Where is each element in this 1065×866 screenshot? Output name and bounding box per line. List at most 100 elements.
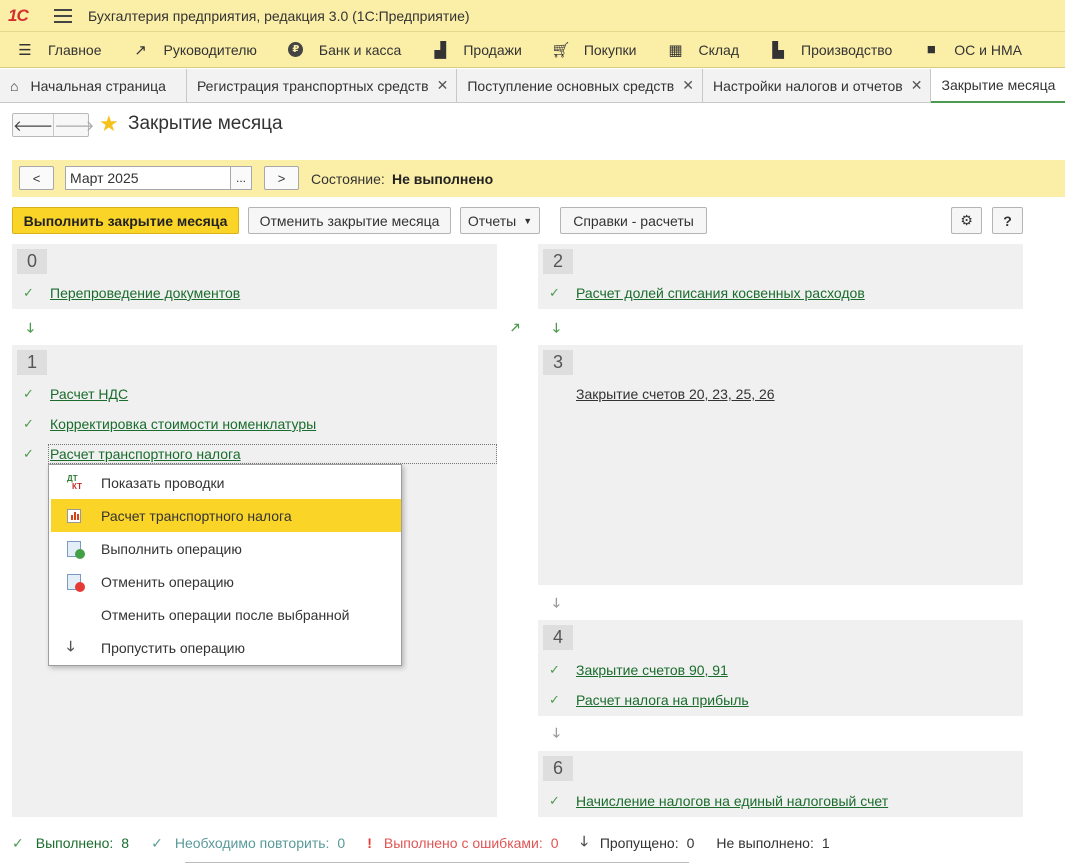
section-production[interactable]: ▙ Производство (753, 32, 906, 68)
stage-number: 2 (543, 249, 573, 274)
prev-period-button[interactable]: < (19, 166, 54, 190)
check-icon: ✓ (549, 662, 560, 677)
menu-item-label: Пропустить операцию (101, 639, 245, 656)
status-skipped: 🡓 Пропущено: 0 (581, 831, 695, 855)
stage-number: 6 (543, 756, 573, 781)
operation-link[interactable]: Закрытие счетов 90, 91 (576, 662, 728, 678)
home-icon: ⌂ (10, 77, 19, 94)
check-icon: ✓ (12, 834, 24, 851)
section-label: Банк и касса (318, 41, 402, 58)
operation-row: ✓ Корректировка стоимости номенклатуры (12, 414, 316, 434)
menu-item-label: Выполнить операцию (101, 540, 242, 557)
tab-tax-settings[interactable]: Настройки налогов и отчетов ✕ (703, 69, 932, 102)
stage-0-panel: 0 ✓ Перепроведение документов (12, 244, 497, 309)
menu-item-show-entries[interactable]: ДТ КТ Показать проводки (51, 466, 401, 499)
stage-3-panel: 3 Закрытие счетов 20, 23, 25, 26 (538, 345, 1023, 585)
section-bank[interactable]: ₽ Банк и касса (271, 32, 415, 68)
truck-icon: ■ (926, 41, 936, 58)
reports-dropdown[interactable]: Отчеты ▼ (460, 207, 540, 234)
caret-down-icon: ▼ (523, 215, 533, 226)
arrow-down-icon: 🡓 (67, 637, 75, 654)
next-period-button[interactable]: > (264, 166, 299, 190)
arrow-left-icon: 🡐 (13, 117, 54, 135)
operation-link[interactable]: Корректировка стоимости номенклатуры (50, 416, 316, 432)
help-button[interactable]: ? (992, 207, 1023, 234)
menu-item-skip-operation[interactable]: 🡓 Пропустить операцию (51, 631, 401, 664)
period-input[interactable]: Март 2025 (65, 166, 231, 190)
back-button[interactable]: 🡐 (13, 114, 53, 136)
check-icon: ✓ (23, 446, 34, 461)
status-not-done: Не выполнено: 1 (716, 835, 829, 851)
arrow-down-icon: 🡓 (553, 725, 560, 740)
tab-month-closing[interactable]: Закрытие месяца ✕ (931, 69, 1065, 103)
run-closing-button[interactable]: Выполнить закрытие месяца (12, 207, 239, 234)
section-label: Главное (48, 41, 102, 58)
stage-number: 1 (17, 350, 47, 375)
main-menu-icon[interactable] (54, 8, 72, 23)
section-label: Производство (801, 41, 893, 58)
section-main[interactable]: ☰ Главное (0, 32, 116, 68)
operation-link[interactable]: Закрытие счетов 20, 23, 25, 26 (576, 386, 775, 402)
operation-link[interactable]: Начисление налогов на единый налоговый с… (576, 793, 888, 809)
operation-link[interactable]: Расчет налога на прибыль (576, 692, 749, 708)
menu-item-transport-tax-report[interactable]: Расчет транспортного налога (51, 499, 401, 532)
menu-item-run-operation[interactable]: Выполнить операцию (51, 532, 401, 565)
section-fixed-assets[interactable]: ■ ОС и НМА (906, 32, 1036, 68)
operation-row: ✓ Начисление налогов на единый налоговый… (538, 791, 888, 811)
status-label: Пропущено: (599, 835, 679, 851)
tab-vehicle-registration[interactable]: Регистрация транспортных средств ✕ (187, 69, 458, 102)
stage-2-panel: 2 ✓ Расчет долей списания косвенных расх… (538, 244, 1023, 309)
app-title: Бухгалтерия предприятия, редакция 3.0 (1… (88, 7, 470, 24)
status-count: 1 (821, 835, 830, 851)
menu-item-label: Расчет транспортного налога (101, 507, 292, 524)
status-count: 0 (686, 835, 695, 851)
tab-home[interactable]: ⌂ Начальная страница (0, 69, 187, 102)
stage-number: 4 (543, 625, 573, 650)
section-manager[interactable]: ↗ Руководителю (116, 32, 271, 68)
menu-item-cancel-after-selected[interactable]: Отменить операции после выбранной (51, 598, 401, 631)
cart-icon: 🛒︎ (551, 41, 571, 59)
operation-row: ✓ Закрытие счетов 90, 91 (538, 660, 728, 680)
operation-link[interactable]: Перепроведение документов (50, 285, 240, 301)
factory-icon: ▙ (772, 41, 784, 59)
section-warehouse[interactable]: ▦ Склад (650, 32, 753, 68)
close-icon[interactable]: ✕ (682, 77, 694, 94)
coin-icon: ₽ (287, 42, 305, 58)
menu-icon: ☰ (18, 41, 32, 59)
state-label: Состояние: (311, 171, 385, 187)
cancel-closing-button[interactable]: Отменить закрытие месяца (248, 207, 451, 234)
tab-label: Поступление основных средств (467, 77, 675, 94)
exclamation-icon: ! (367, 835, 372, 851)
period-bar: < Март 2025 ... > Состояние: Не выполнен… (12, 160, 1065, 197)
status-count: 0 (550, 835, 559, 851)
close-icon[interactable]: ✕ (437, 77, 449, 94)
bag-icon: ▟ (434, 41, 447, 59)
operation-link[interactable]: Расчет транспортного налога (48, 444, 497, 464)
section-purchases[interactable]: 🛒︎ Покупки (536, 32, 651, 68)
operation-row: ✓ Расчет долей списания косвенных расход… (538, 283, 865, 303)
check-icon: ✓ (549, 793, 560, 808)
operation-link[interactable]: Расчет долей списания косвенных расходов (576, 285, 865, 301)
section-sales[interactable]: ▟ Продажи (415, 32, 535, 68)
tab-fixed-assets-receipt[interactable]: Поступление основных средств ✕ (457, 69, 703, 102)
status-done: ✓ Выполнено: 8 (12, 835, 129, 852)
status-repeat: ✓ Необходимо повторить: 0 (151, 835, 345, 852)
app-logo[interactable]: 1С (8, 6, 42, 26)
run-operation-icon (67, 540, 85, 559)
forward-button[interactable]: 🡒 (53, 114, 94, 136)
operation-row: ✓ Расчет НДС (12, 384, 128, 404)
favorite-star-icon[interactable]: ★ (99, 113, 119, 135)
operation-link[interactable]: Расчет НДС (50, 386, 128, 402)
menu-item-cancel-operation[interactable]: Отменить операцию (51, 565, 401, 598)
state-value: Не выполнено (392, 171, 494, 187)
close-icon[interactable]: ✕ (911, 77, 923, 94)
check-repeat-icon: ✓ (151, 834, 163, 851)
choose-period-button[interactable]: ... (230, 166, 252, 190)
section-label: ОС и НМА (954, 41, 1023, 58)
arrow-up-right-icon: 🡕 (511, 320, 520, 335)
page-title: Закрытие месяца (128, 113, 283, 134)
references-button[interactable]: Справки - расчеты (560, 207, 707, 234)
operation-row: ✓ Расчет транспортного налога (12, 444, 497, 464)
settings-button[interactable]: ⚙ (951, 207, 982, 234)
operation-row: ✓ Перепроведение документов (12, 283, 240, 303)
